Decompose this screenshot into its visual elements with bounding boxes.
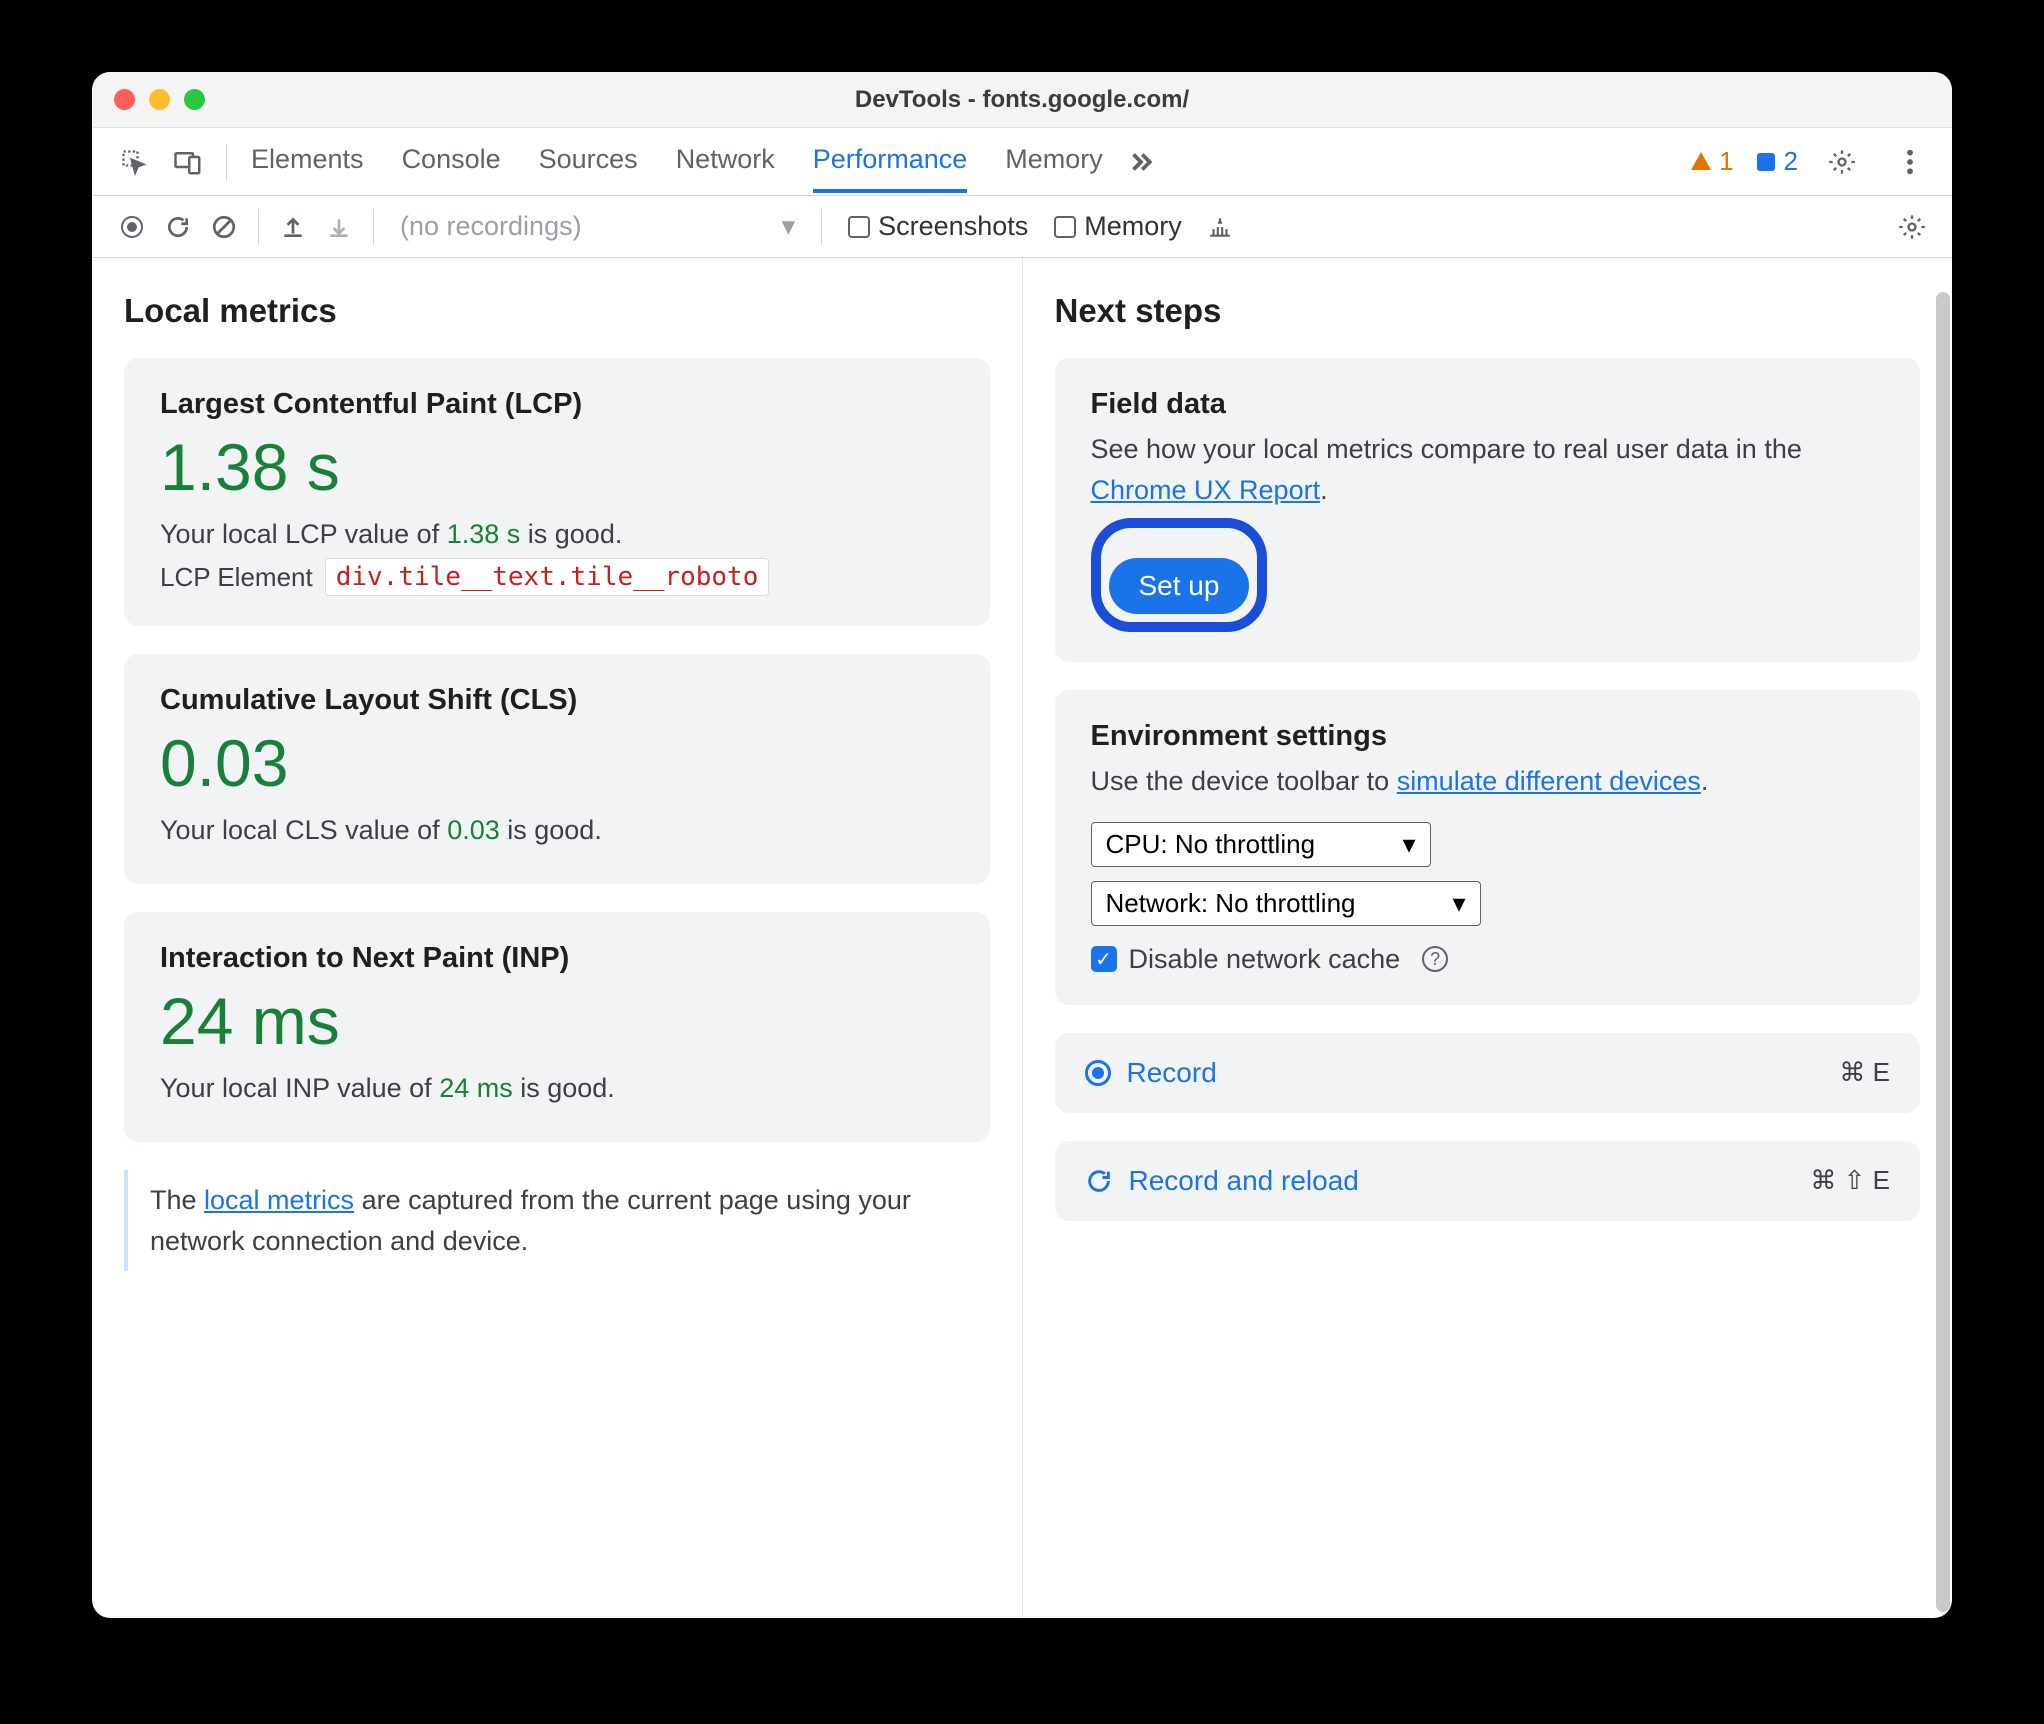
local-metrics-info: The local metrics are captured from the … bbox=[124, 1170, 990, 1271]
checkbox-checked-icon: ✓ bbox=[1091, 946, 1117, 972]
record-card[interactable]: Record ⌘ E bbox=[1055, 1033, 1921, 1113]
lcp-card: Largest Contentful Paint (LCP) 1.38 s Yo… bbox=[124, 358, 990, 626]
device-toolbar-icon[interactable] bbox=[164, 138, 212, 186]
panel-settings-icon[interactable] bbox=[1890, 205, 1934, 249]
tab-sources[interactable]: Sources bbox=[539, 130, 638, 193]
window-title: DevTools - fonts.google.com/ bbox=[92, 86, 1952, 114]
separator bbox=[226, 144, 227, 180]
field-data-desc: See how your local metrics compare to re… bbox=[1091, 429, 1885, 510]
lcp-value: 1.38 s bbox=[160, 429, 954, 505]
settings-icon[interactable] bbox=[1818, 138, 1866, 186]
minimize-icon[interactable] bbox=[149, 89, 170, 110]
local-metrics-column: Local metrics Largest Contentful Paint (… bbox=[92, 258, 1023, 1618]
cls-note: Your local CLS value of 0.03 is good. bbox=[160, 815, 954, 846]
separator bbox=[821, 209, 822, 245]
download-icon[interactable] bbox=[317, 205, 361, 249]
tab-console[interactable]: Console bbox=[402, 130, 501, 193]
tab-elements[interactable]: Elements bbox=[251, 130, 364, 193]
next-steps-heading: Next steps bbox=[1055, 292, 1921, 330]
record-label: Record bbox=[1127, 1057, 1217, 1089]
crux-link[interactable]: Chrome UX Report bbox=[1091, 475, 1321, 505]
record-reload-label: Record and reload bbox=[1129, 1165, 1359, 1197]
setup-highlight-ring: Set up bbox=[1091, 518, 1268, 632]
panel-tabstrip: Elements Console Sources Network Perform… bbox=[92, 128, 1952, 196]
tab-performance[interactable]: Performance bbox=[813, 130, 968, 193]
tab-network[interactable]: Network bbox=[676, 130, 775, 193]
record-icon bbox=[1085, 1060, 1111, 1086]
disable-cache-label: Disable network cache bbox=[1129, 944, 1401, 975]
status-area: 1 2 bbox=[1689, 138, 1934, 186]
record-reload-shortcut: ⌘ ⇧ E bbox=[1810, 1165, 1890, 1196]
environment-card: Environment settings Use the device tool… bbox=[1055, 690, 1921, 1005]
cls-card: Cumulative Layout Shift (CLS) 0.03 Your … bbox=[124, 654, 990, 884]
simulate-devices-link[interactable]: simulate different devices bbox=[1397, 766, 1701, 796]
record-reload-card[interactable]: Record and reload ⌘ ⇧ E bbox=[1055, 1141, 1921, 1221]
checkbox-icon bbox=[848, 216, 870, 238]
record-action: Record bbox=[1085, 1057, 1217, 1089]
lcp-element-selector[interactable]: div.tile__text.tile__roboto bbox=[325, 558, 770, 596]
disable-cache-checkbox[interactable]: ✓ Disable network cache ? bbox=[1091, 944, 1885, 975]
performance-toolbar: (no recordings) ▾ Screenshots Memory bbox=[92, 196, 1952, 258]
inp-note: Your local INP value of 24 ms is good. bbox=[160, 1073, 954, 1104]
memory-label: Memory bbox=[1084, 211, 1182, 242]
scrollbar[interactable] bbox=[1936, 292, 1950, 1612]
more-tabs-icon[interactable] bbox=[1117, 138, 1165, 186]
environment-desc: Use the device toolbar to simulate diffe… bbox=[1091, 761, 1885, 802]
memory-checkbox[interactable]: Memory bbox=[1054, 211, 1182, 242]
issues-count: 2 bbox=[1784, 146, 1798, 177]
record-reload-action: Record and reload bbox=[1085, 1165, 1359, 1197]
recordings-dropdown-label: (no recordings) bbox=[400, 211, 582, 242]
field-data-title: Field data bbox=[1091, 388, 1885, 421]
screenshots-checkbox[interactable]: Screenshots bbox=[848, 211, 1028, 242]
reload-record-icon[interactable] bbox=[156, 205, 200, 249]
chevron-down-icon: ▾ bbox=[782, 211, 796, 242]
garbage-collect-icon[interactable] bbox=[1198, 205, 1242, 249]
zoom-icon[interactable] bbox=[184, 89, 205, 110]
inp-card: Interaction to Next Paint (INP) 24 ms Yo… bbox=[124, 912, 990, 1142]
separator bbox=[373, 209, 374, 245]
lcp-note: Your local LCP value of 1.38 s is good. bbox=[160, 519, 954, 550]
network-throttling-label: Network: No throttling bbox=[1106, 888, 1356, 919]
content-area: Local metrics Largest Contentful Paint (… bbox=[92, 258, 1952, 1618]
next-steps-column: Next steps Field data See how your local… bbox=[1023, 258, 1953, 1618]
warnings-count: 1 bbox=[1719, 146, 1733, 177]
environment-title: Environment settings bbox=[1091, 720, 1885, 753]
cpu-throttling-label: CPU: No throttling bbox=[1106, 829, 1316, 860]
cls-value: 0.03 bbox=[160, 725, 954, 801]
titlebar: DevTools - fonts.google.com/ bbox=[92, 72, 1952, 128]
lcp-element-row: LCP Element div.tile__text.tile__roboto bbox=[160, 558, 954, 596]
chevron-down-icon: ▾ bbox=[1452, 888, 1465, 919]
screenshots-label: Screenshots bbox=[878, 211, 1028, 242]
clear-icon[interactable] bbox=[202, 205, 246, 249]
tab-memory[interactable]: Memory bbox=[1005, 130, 1103, 193]
kebab-menu-icon[interactable] bbox=[1886, 138, 1934, 186]
issues-badge[interactable]: 2 bbox=[1754, 146, 1798, 177]
field-data-card: Field data See how your local metrics co… bbox=[1055, 358, 1921, 662]
traffic-lights bbox=[114, 89, 205, 110]
upload-icon[interactable] bbox=[271, 205, 315, 249]
close-icon[interactable] bbox=[114, 89, 135, 110]
separator bbox=[258, 209, 259, 245]
lcp-element-label: LCP Element bbox=[160, 562, 313, 593]
local-metrics-link[interactable]: local metrics bbox=[204, 1185, 354, 1215]
reload-icon bbox=[1085, 1167, 1113, 1195]
lcp-title: Largest Contentful Paint (LCP) bbox=[160, 388, 954, 421]
record-icon[interactable] bbox=[110, 205, 154, 249]
panel-tabs: Elements Console Sources Network Perform… bbox=[251, 130, 1103, 193]
recordings-dropdown[interactable]: (no recordings) ▾ bbox=[386, 211, 809, 242]
warnings-badge[interactable]: 1 bbox=[1689, 146, 1733, 177]
devtools-window: DevTools - fonts.google.com/ Elements Co… bbox=[92, 72, 1952, 1618]
network-throttling-select[interactable]: Network: No throttling ▾ bbox=[1091, 881, 1481, 926]
help-icon[interactable]: ? bbox=[1422, 946, 1448, 972]
checkbox-icon bbox=[1054, 216, 1076, 238]
setup-button[interactable]: Set up bbox=[1109, 558, 1250, 614]
cls-title: Cumulative Layout Shift (CLS) bbox=[160, 684, 954, 717]
cpu-throttling-select[interactable]: CPU: No throttling ▾ bbox=[1091, 822, 1431, 867]
chevron-down-icon: ▾ bbox=[1402, 829, 1415, 860]
inspect-element-icon[interactable] bbox=[110, 138, 158, 186]
inp-title: Interaction to Next Paint (INP) bbox=[160, 942, 954, 975]
record-shortcut: ⌘ E bbox=[1839, 1057, 1890, 1088]
inp-value: 24 ms bbox=[160, 983, 954, 1059]
local-metrics-heading: Local metrics bbox=[124, 292, 990, 330]
